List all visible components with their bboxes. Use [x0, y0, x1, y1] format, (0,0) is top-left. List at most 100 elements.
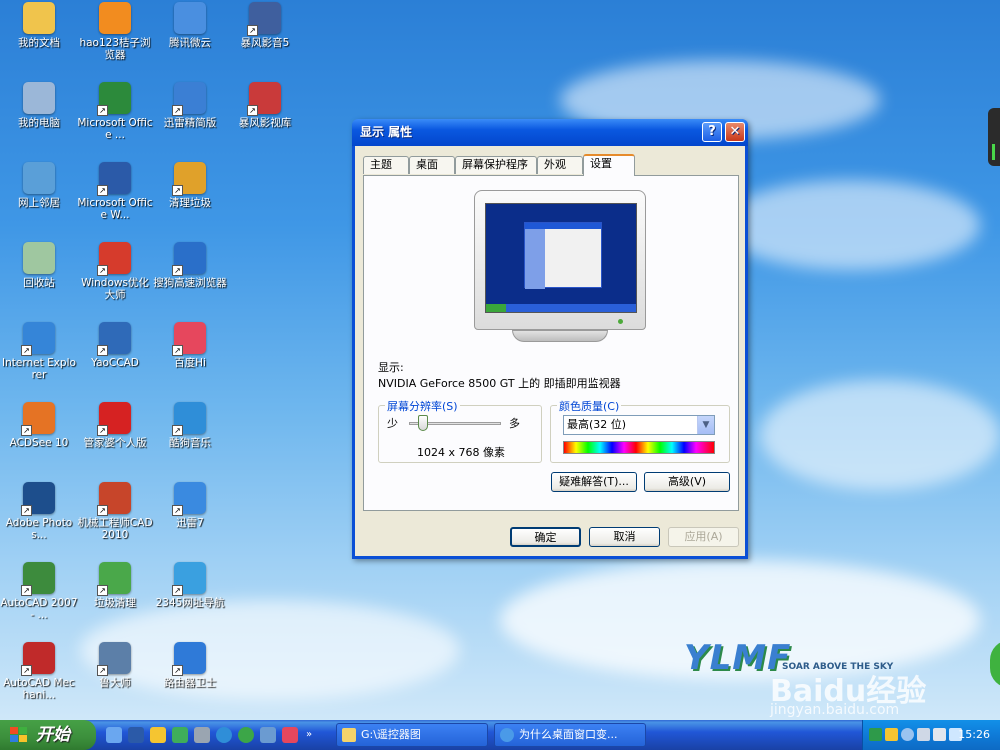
tray-back-icon[interactable]	[901, 728, 914, 741]
desktop-icon[interactable]: ↗ 百度Hi	[151, 322, 229, 369]
sidebar-gadget-handle[interactable]	[988, 108, 1000, 166]
quicklaunch-2345-icon[interactable]	[238, 727, 254, 743]
sidebar-gadget-orb[interactable]	[990, 640, 1000, 688]
resolution-legend: 屏幕分辨率(S)	[385, 398, 460, 414]
app-icon	[23, 162, 55, 194]
desktop-icon[interactable]: ↗ 暴风影音5	[226, 2, 304, 49]
desktop-icon[interactable]: ↗ Microsoft Office W...	[76, 162, 154, 221]
tab-desktop[interactable]: 桌面	[409, 156, 455, 174]
desktop-icon[interactable]: 我的文档	[0, 2, 78, 49]
app-icon: ↗	[172, 322, 206, 356]
desktop-icon[interactable]: hao123桔子浏览器	[76, 2, 154, 61]
app-icon: ↗	[172, 402, 206, 436]
app-icon: ↗	[21, 402, 55, 436]
app-icon: ↗	[172, 482, 206, 516]
cloud	[760, 380, 1000, 490]
task-browser-window[interactable]: 为什么桌面窗口变...	[494, 723, 646, 747]
desktop-icon[interactable]: ↗ Internet Explorer	[0, 322, 78, 381]
desktop-icon[interactable]: ↗ 2345网址导航	[151, 562, 229, 609]
monitor-base	[512, 330, 608, 342]
desktop-icon[interactable]: ↗ ACDSee 10	[0, 402, 78, 449]
quicklaunch-tool-icon[interactable]	[260, 727, 276, 743]
quicklaunch-kugou-icon[interactable]	[216, 727, 232, 743]
shortcut-arrow-icon: ↗	[21, 665, 32, 676]
desktop-icon[interactable]: ↗ Windows优化大师	[76, 242, 154, 301]
desktop-icon[interactable]: ↗ 迅雷精简版	[151, 82, 229, 129]
preview-taskbar	[486, 304, 636, 312]
troubleshoot-button[interactable]: 疑难解答(T)...	[551, 472, 637, 492]
quicklaunch-word-icon[interactable]	[128, 727, 144, 743]
chevron-down-icon[interactable]: ▼	[697, 416, 714, 434]
shortcut-arrow-icon: ↗	[172, 585, 183, 596]
cloud	[720, 180, 980, 270]
clock[interactable]: 15:26	[958, 720, 990, 750]
app-icon: ↗	[97, 242, 131, 276]
color-quality-value: 最高(32 位)	[567, 418, 627, 431]
shortcut-arrow-icon: ↗	[172, 505, 183, 516]
advanced-button[interactable]: 高级(V)	[644, 472, 730, 492]
desktop-icon[interactable]: ↗ 机械工程师CAD2010	[76, 482, 154, 541]
windows-flag-icon	[10, 727, 28, 743]
tab-theme[interactable]: 主题	[363, 156, 409, 174]
desktop-icon[interactable]: ↗ Adobe Photos...	[0, 482, 78, 541]
resolution-slider-thumb[interactable]	[417, 415, 428, 431]
desktop-icon[interactable]: ↗ 清理垃圾	[151, 162, 229, 209]
desktop-icon[interactable]: ↗ 路由器卫士	[151, 642, 229, 689]
desktop-icon[interactable]: ↗ 垃圾清理	[76, 562, 154, 609]
desktop-icon[interactable]: 我的电脑	[0, 82, 78, 129]
desktop-icon-label: Adobe Photos...	[5, 517, 73, 541]
desktop-icon[interactable]: 回收站	[0, 242, 78, 289]
tray-s-icon[interactable]	[869, 728, 882, 741]
app-icon: ↗	[97, 402, 131, 436]
start-button[interactable]: 开始	[0, 720, 96, 750]
shortcut-arrow-icon: ↗	[97, 105, 108, 116]
app-icon: ↗	[21, 562, 55, 596]
desktop-icon-label: 暴风影音5	[240, 37, 290, 49]
quicklaunch-baiduhi-icon[interactable]	[282, 727, 298, 743]
task-explorer-window[interactable]: G:\遥控器图	[336, 723, 488, 747]
app-icon: ↗	[172, 242, 206, 276]
quicklaunch-desktop-icon[interactable]	[106, 727, 122, 743]
shortcut-arrow-icon: ↗	[97, 505, 108, 516]
desktop-icon[interactable]: ↗ AutoCAD Mechani...	[0, 642, 78, 701]
desktop-icon[interactable]: ↗ YaoCCAD	[76, 322, 154, 369]
ie-icon	[500, 728, 514, 742]
close-icon[interactable]: ✕	[725, 122, 745, 142]
desktop-icon[interactable]: ↗ 暴风影视库	[226, 82, 304, 129]
desktop-icon[interactable]: ↗ 搜狗高速浏览器	[151, 242, 229, 289]
color-quality-select[interactable]: 最高(32 位) ▼	[563, 415, 715, 435]
desktop-icon-label: 清理垃圾	[169, 197, 211, 209]
cancel-button[interactable]: 取消	[589, 527, 660, 547]
tab-appearance[interactable]: 外观	[537, 156, 583, 174]
quicklaunch-qq-icon[interactable]	[150, 727, 166, 743]
tray-qq-icon[interactable]	[885, 728, 898, 741]
quicklaunch-expand-icon[interactable]: »	[306, 727, 322, 743]
quicklaunch-phone-icon[interactable]	[194, 727, 210, 743]
desktop-icon-label: 管家婆个人版	[83, 437, 147, 449]
tray-network-icon[interactable]	[917, 728, 930, 741]
tab-settings[interactable]: 设置	[583, 154, 635, 176]
desktop-icon[interactable]: ↗ 鲁大师	[76, 642, 154, 689]
desktop-icon[interactable]: 腾讯微云	[151, 2, 229, 49]
display-device: NVIDIA GeForce 8500 GT 上的 即插即用监视器	[378, 377, 621, 390]
app-icon	[99, 2, 131, 34]
desktop-icon[interactable]: 网上邻居	[0, 162, 78, 209]
app-icon	[23, 82, 55, 114]
tray-volume-icon[interactable]	[933, 728, 946, 741]
system-tray: 15:26	[862, 720, 1000, 750]
help-icon[interactable]: ?	[702, 122, 722, 142]
app-icon: ↗	[21, 642, 55, 676]
desktop-icon[interactable]: ↗ 迅雷7	[151, 482, 229, 529]
desktop-icon[interactable]: ↗ AutoCAD 2007 - ...	[0, 562, 78, 621]
tab-screensaver[interactable]: 屏幕保护程序	[455, 156, 537, 174]
desktop-icon[interactable]: ↗ Microsoft Office ...	[76, 82, 154, 141]
shortcut-arrow-icon: ↗	[21, 585, 32, 596]
apply-button[interactable]: 应用(A)	[668, 527, 739, 547]
ok-button[interactable]: 确定	[510, 527, 581, 547]
desktop-icon-label: YaoCCAD	[91, 357, 139, 369]
desktop-icon[interactable]: ↗ 管家婆个人版	[76, 402, 154, 449]
app-icon	[174, 2, 206, 34]
dialog-titlebar[interactable]: 显示 属性 ? ✕	[352, 119, 748, 146]
desktop-icon[interactable]: ↗ 酷狗音乐	[151, 402, 229, 449]
quicklaunch-browser-icon[interactable]	[172, 727, 188, 743]
